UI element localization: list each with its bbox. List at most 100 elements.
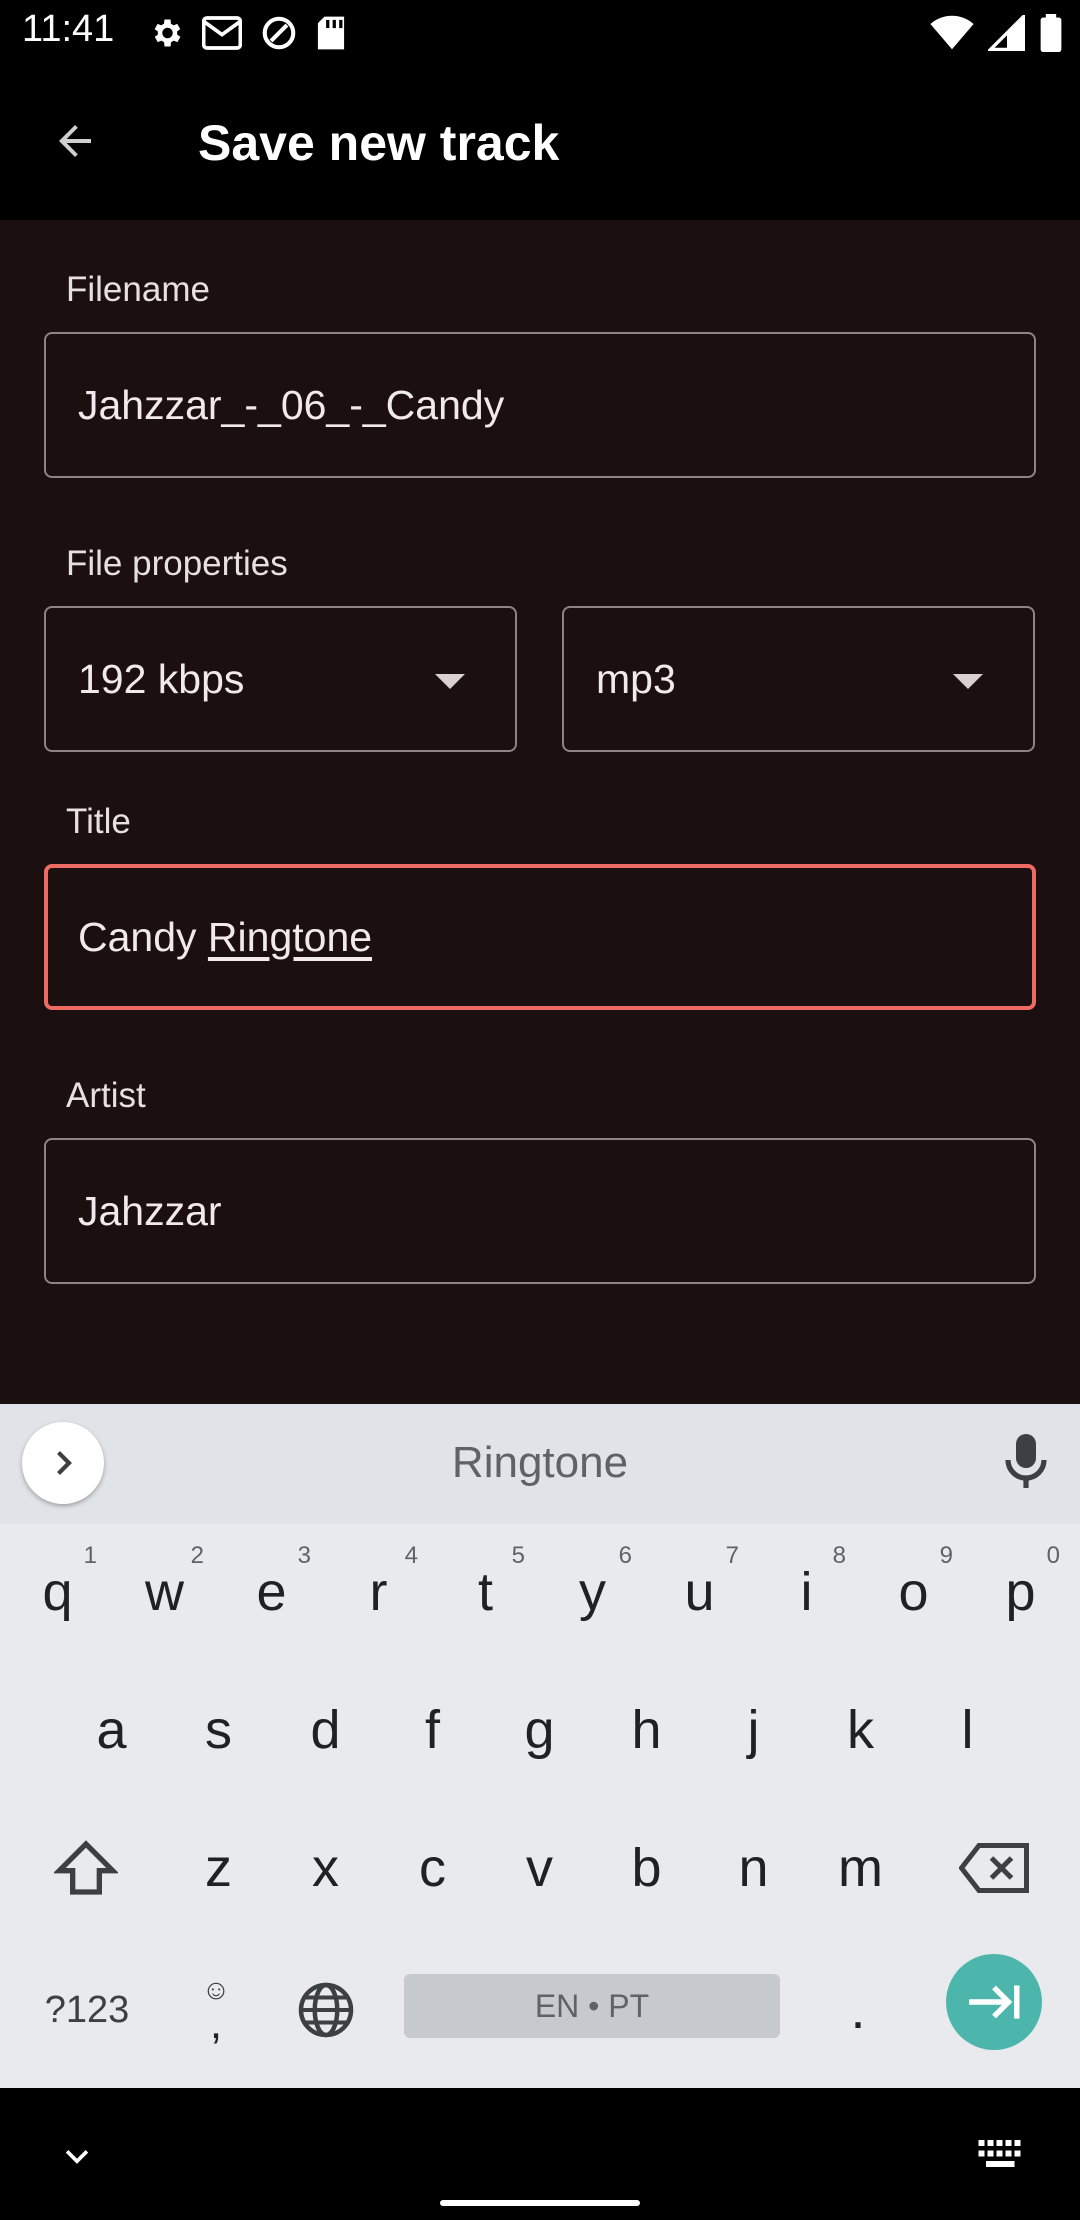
key-label: d (310, 1700, 341, 1760)
signal-icon (988, 15, 1025, 51)
key-n[interactable]: n (700, 1800, 807, 1936)
key-row-4: ?123 ☺ , EN • PT . (0, 1944, 1080, 2076)
file-properties-label: File properties (66, 544, 288, 583)
title-text: Candy (78, 913, 208, 960)
key-label: g (524, 1700, 555, 1760)
key-b[interactable]: b (593, 1800, 700, 1936)
suggestion-bar: Ringtone (0, 1404, 1080, 1524)
globe-icon (298, 1982, 354, 2038)
status-time: 11:41 (22, 8, 115, 50)
symbols-key[interactable]: ?123 (32, 1944, 142, 2076)
key-hint: 0 (1046, 1542, 1060, 1569)
artist-value: Jahzzar (78, 1187, 222, 1234)
key-label: r (369, 1562, 388, 1622)
suggestion-word[interactable]: Ringtone (0, 1438, 1080, 1488)
key-hint: 5 (511, 1542, 525, 1569)
key-u[interactable]: u7 (646, 1524, 753, 1660)
hide-keyboard-button[interactable] (60, 2140, 94, 2179)
filename-field[interactable]: Jahzzar_-_06_-_Candy (44, 332, 1036, 478)
title-field[interactable]: Candy Ringtone (44, 864, 1036, 1010)
key-h[interactable]: h (593, 1662, 700, 1798)
format-value: mp3 (596, 655, 676, 702)
save-track-form: Filename Jahzzar_-_06_-_Candy File prope… (0, 220, 1080, 1404)
page-title: Save new track (198, 115, 560, 171)
period-key[interactable]: . (808, 1944, 908, 2076)
key-g[interactable]: g (486, 1662, 593, 1798)
key-label: n (738, 1838, 769, 1898)
app-bar: Save new track (0, 66, 1080, 220)
backspace-key[interactable] (940, 1800, 1047, 1936)
key-row-1: q1w2e3r4t5y6u7i8o9p0 (0, 1524, 1080, 1660)
key-q[interactable]: q1 (4, 1524, 111, 1660)
status-bar: 11:41 (0, 0, 1080, 66)
bitrate-dropdown[interactable]: 192 kbps (44, 606, 517, 752)
key-label: w (145, 1562, 184, 1622)
key-label: m (838, 1838, 883, 1898)
shift-key[interactable] (32, 1800, 139, 1936)
emoji-comma-key[interactable]: ☺ , (166, 1944, 266, 2076)
key-label: k (847, 1700, 874, 1760)
battery-icon (1040, 14, 1062, 52)
comma-label: , (209, 1999, 223, 2048)
key-label: v (526, 1838, 553, 1898)
artist-label: Artist (66, 1076, 146, 1115)
key-label: o (898, 1562, 929, 1622)
filename-label: Filename (66, 270, 210, 309)
keyboard-switcher-button[interactable] (978, 2140, 1024, 2175)
format-dropdown[interactable]: mp3 (562, 606, 1035, 752)
key-p[interactable]: p0 (967, 1524, 1074, 1660)
key-hint: 8 (832, 1542, 846, 1569)
voice-input-button[interactable] (1002, 1432, 1050, 1497)
title-value: Candy Ringtone (78, 914, 372, 961)
key-k[interactable]: k (807, 1662, 914, 1798)
key-c[interactable]: c (379, 1800, 486, 1936)
key-i[interactable]: i8 (753, 1524, 860, 1660)
navigation-bar (0, 2088, 1080, 2220)
key-f[interactable]: f (379, 1662, 486, 1798)
key-label: u (684, 1562, 715, 1622)
key-t[interactable]: t5 (432, 1524, 539, 1660)
data-saver-icon (262, 16, 296, 50)
back-button[interactable] (40, 106, 110, 176)
enter-key[interactable] (946, 1954, 1042, 2050)
key-label: t (477, 1562, 493, 1622)
key-v[interactable]: v (486, 1800, 593, 1936)
language-key[interactable] (276, 1944, 376, 2076)
key-d[interactable]: d (272, 1662, 379, 1798)
home-gesture-pill[interactable] (440, 2200, 640, 2206)
key-z[interactable]: z (165, 1800, 272, 1936)
soft-keyboard: Ringtone q1w2e3r4t5y6u7i8o9p0 asdfghjkl … (0, 1404, 1080, 2088)
key-label: s (205, 1700, 232, 1760)
key-hint: 9 (939, 1542, 953, 1569)
chevron-down-icon (65, 2150, 89, 2164)
key-label: i (800, 1562, 813, 1622)
dropdown-arrow-icon (435, 674, 465, 689)
key-j[interactable]: j (700, 1662, 807, 1798)
key-label: z (205, 1838, 232, 1898)
key-a[interactable]: a (58, 1662, 165, 1798)
microphone-icon (1005, 1434, 1047, 1488)
dropdown-arrow-icon (953, 674, 983, 689)
key-x[interactable]: x (272, 1800, 379, 1936)
title-label: Title (66, 802, 131, 841)
shift-icon (53, 1840, 118, 1895)
key-l[interactable]: l (914, 1662, 1021, 1798)
arrow-back-icon (59, 125, 91, 157)
space-key[interactable]: EN • PT (404, 1974, 780, 2038)
key-y[interactable]: y6 (539, 1524, 646, 1660)
key-hint: 7 (725, 1542, 739, 1569)
key-label: a (96, 1700, 127, 1760)
backspace-icon (958, 1843, 1029, 1893)
key-label: l (961, 1700, 974, 1760)
key-s[interactable]: s (165, 1662, 272, 1798)
key-m[interactable]: m (807, 1800, 914, 1936)
key-hint: 4 (404, 1542, 418, 1569)
artist-field[interactable]: Jahzzar (44, 1138, 1036, 1284)
key-e[interactable]: e3 (218, 1524, 325, 1660)
key-o[interactable]: o9 (860, 1524, 967, 1660)
key-r[interactable]: r4 (325, 1524, 432, 1660)
key-hint: 1 (83, 1542, 97, 1569)
key-w[interactable]: w2 (111, 1524, 218, 1660)
key-label: y (579, 1562, 606, 1622)
key-hint: 3 (297, 1542, 311, 1569)
